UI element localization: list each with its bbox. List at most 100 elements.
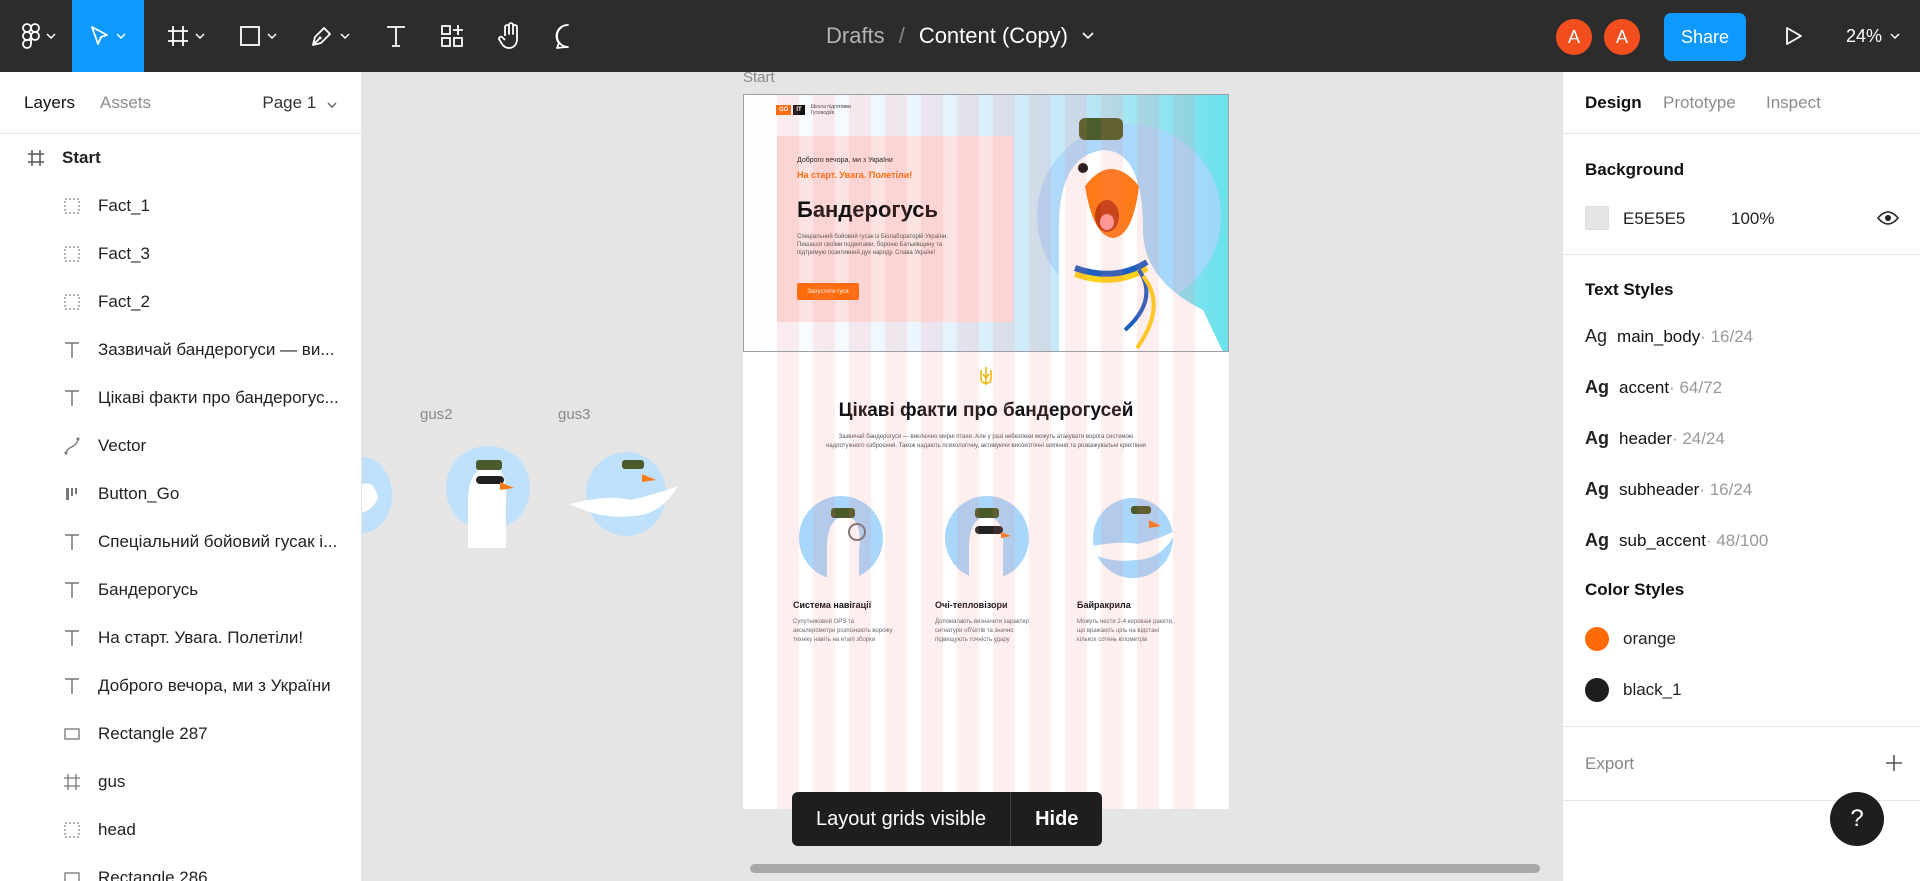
text-style-item[interactable]: Ag accent · 64/72 — [1585, 377, 1722, 398]
share-button[interactable]: Share — [1664, 13, 1746, 61]
background-section-title: Background — [1585, 160, 1685, 179]
toast-message: Layout grids visible — [816, 807, 987, 830]
tab-assets[interactable]: Assets — [100, 93, 151, 113]
present-button[interactable] — [1774, 0, 1814, 72]
tab-design[interactable]: Design — [1585, 93, 1642, 113]
layer-row[interactable]: gus — [0, 758, 361, 806]
goose-thumbnail-gus2[interactable] — [442, 442, 534, 548]
comment-tool-button[interactable] — [546, 0, 590, 72]
cursor-icon — [91, 26, 108, 45]
layer-row[interactable]: На старт. Увага. Полетіли! — [0, 614, 361, 662]
text-icon — [60, 338, 84, 362]
background-hex-input[interactable]: E5E5E5 — [1623, 209, 1685, 229]
comment-icon — [555, 24, 569, 49]
chevron-down-icon — [267, 33, 277, 39]
background-opacity-input[interactable]: 100% — [1731, 209, 1774, 229]
layer-row[interactable]: Цікаві факти про бандерогус... — [0, 374, 361, 422]
text-style-item[interactable]: Ag sub_accent · 48/100 — [1585, 530, 1768, 551]
hand-tool-button[interactable] — [488, 0, 532, 72]
color-style-name[interactable]: black_1 — [1623, 680, 1682, 700]
vector-icon — [60, 434, 84, 458]
tab-layers[interactable]: Layers — [24, 93, 75, 113]
color-styles-title: Color Styles — [1585, 580, 1685, 599]
frame-label-start[interactable]: Start — [743, 72, 775, 86]
eye-icon[interactable] — [1877, 210, 1899, 226]
frame-label-gus3[interactable]: gus3 — [558, 406, 591, 423]
zoom-dropdown[interactable]: 24% — [1846, 0, 1900, 72]
add-export-icon[interactable] — [1885, 754, 1903, 772]
layer-name: Start — [62, 148, 101, 167]
hide-grids-button[interactable]: Hide — [1010, 792, 1102, 846]
layer-name: Бандерогусь — [98, 580, 199, 599]
trident-icon — [980, 367, 992, 385]
layer-row[interactable]: Fact_2 — [0, 278, 361, 326]
page-selector[interactable]: Page 1 — [262, 93, 337, 113]
file-name[interactable]: Content (Copy) — [919, 23, 1068, 49]
layer-name: head — [98, 820, 136, 839]
goose-thumbnail-gus3[interactable] — [566, 448, 682, 544]
components-icon — [441, 25, 463, 47]
canvas[interactable]: gus2 gus3 Start GO IT Школа підготовки Г… — [362, 72, 1563, 881]
tab-prototype[interactable]: Prototype — [1663, 93, 1736, 113]
text-style-item[interactable]: Ag main_body · 16/24 — [1585, 326, 1753, 347]
frame-label-gus2[interactable]: gus2 — [420, 406, 453, 423]
text-style-item[interactable]: Ag subheader · 16/24 — [1585, 479, 1752, 500]
layer-name: Fact_1 — [98, 196, 150, 215]
color-style-swatch-orange[interactable] — [1585, 627, 1609, 651]
hand-icon — [498, 22, 518, 49]
color-style-name[interactable]: orange — [1623, 629, 1676, 649]
text-icon — [60, 530, 84, 554]
frame-tool-button[interactable] — [158, 0, 214, 72]
layer-row[interactable]: Rectangle 287 — [0, 710, 361, 758]
pen-tool-button[interactable] — [302, 0, 358, 72]
text-icon — [387, 26, 405, 47]
horizontal-scrollbar[interactable] — [750, 864, 1540, 873]
layer-row[interactable]: Зазвичай бандерогуси — ви... — [0, 326, 361, 374]
fact-illustration-thermal-eyes — [945, 496, 1029, 592]
layer-row[interactable]: Спеціальний бойовий гусак і... — [0, 518, 361, 566]
zoom-level: 24% — [1846, 25, 1883, 46]
page-name: Page 1 — [262, 93, 317, 112]
layer-row[interactable]: head — [0, 806, 361, 854]
layer-name: Rectangle 287 — [98, 724, 208, 743]
start-frame[interactable]: GO IT Школа підготовки Гусеводіїв Доброг… — [743, 94, 1229, 809]
help-button[interactable]: ? — [1830, 792, 1884, 846]
layout-grids-toast: Layout grids visible Hide — [792, 792, 1103, 846]
hero-selection-outline — [743, 94, 1229, 352]
fact-illustration-wings — [1081, 498, 1177, 578]
goose-thumbnail-partial[interactable] — [362, 452, 398, 538]
tab-inspect[interactable]: Inspect — [1766, 93, 1821, 113]
color-style-swatch-black[interactable] — [1585, 678, 1609, 702]
rectangle-icon — [60, 722, 84, 746]
top-toolbar: Drafts / Content (Copy) A A Share 24% — [0, 0, 1920, 72]
figma-logo-icon — [22, 23, 40, 49]
avatar[interactable]: A — [1556, 19, 1592, 55]
layer-row[interactable]: Button_Go — [0, 470, 361, 518]
layer-row[interactable]: Rectangle 286 — [0, 854, 361, 881]
layer-name: Зазвичай бандерогуси — ви... — [98, 340, 335, 359]
layer-row[interactable]: Fact_3 — [0, 230, 361, 278]
text-tool-button[interactable] — [374, 0, 418, 72]
layer-row[interactable]: Бандерогусь — [0, 566, 361, 614]
avatar[interactable]: A — [1604, 19, 1640, 55]
text-style-meta: · 64/72 — [1669, 377, 1723, 397]
layer-row[interactable]: Start — [0, 134, 361, 182]
text-style-name: main_body — [1617, 326, 1701, 346]
text-style-item[interactable]: Ag header · 24/24 — [1585, 428, 1725, 449]
text-icon — [60, 578, 84, 602]
layer-row[interactable]: Fact_1 — [0, 182, 361, 230]
play-icon — [1786, 27, 1802, 45]
dashed-frame-icon — [60, 818, 84, 842]
main-menu-button[interactable] — [14, 0, 64, 72]
frame-icon — [168, 26, 188, 46]
resources-tool-button[interactable] — [430, 0, 474, 72]
background-color-swatch[interactable] — [1585, 206, 1609, 230]
breadcrumb-drafts-link[interactable]: Drafts — [826, 23, 885, 49]
move-tool-button[interactable] — [72, 0, 144, 72]
chevron-down-icon[interactable] — [1082, 32, 1094, 40]
layer-row[interactable]: Доброго вечора, ми з України — [0, 662, 361, 710]
chevron-down-icon — [116, 33, 126, 39]
layer-row[interactable]: Vector — [0, 422, 361, 470]
shape-tool-button[interactable] — [230, 0, 286, 72]
text-styles-title: Text Styles — [1585, 280, 1674, 299]
